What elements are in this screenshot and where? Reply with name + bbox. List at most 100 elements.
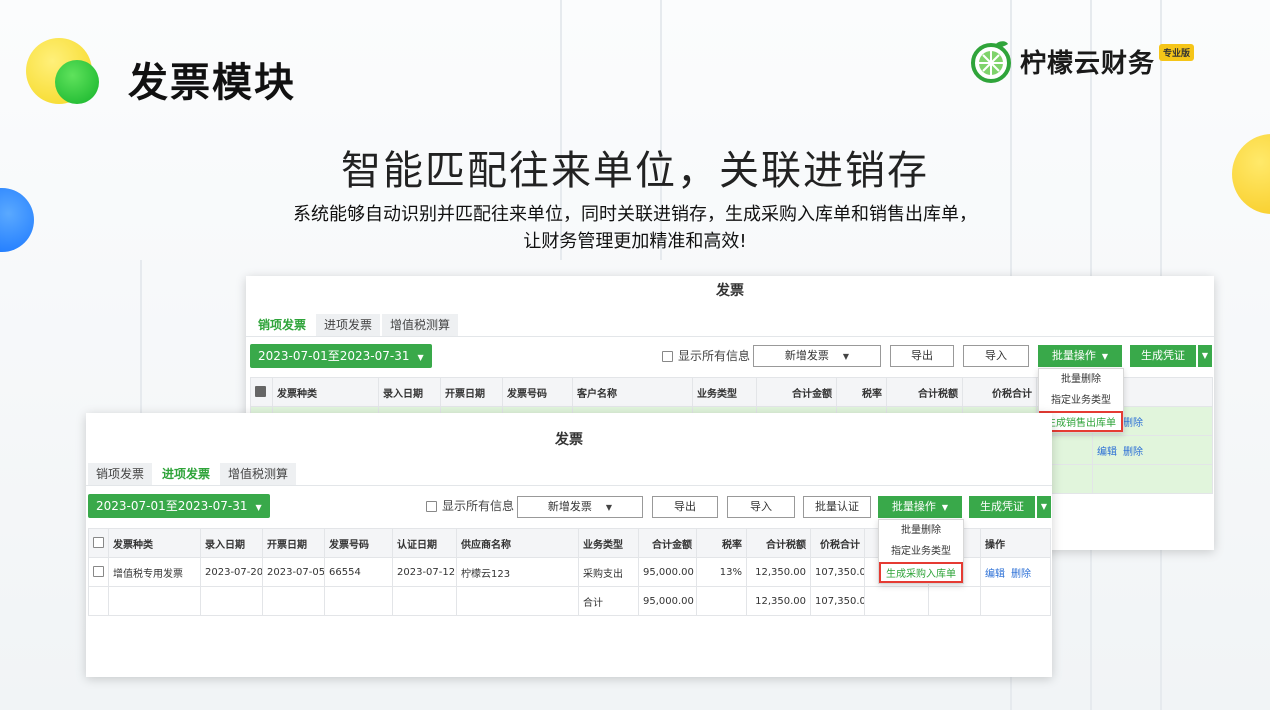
cell-kind: 增值税专用发票: [108, 557, 201, 587]
column-header: 税率: [836, 377, 887, 407]
cell-issue-date: 2023-07-05: [262, 557, 325, 587]
column-header: 客户名称: [572, 377, 693, 407]
column-header: 合计金额: [756, 377, 837, 407]
caret-down-icon: ▼: [941, 503, 949, 512]
subheadline-line-1: 系统能够自动识别并匹配往来单位，同时关联进销存，生成采购入库单和销售出库单，: [293, 204, 977, 225]
new-invoice-label: 新增发票: [547, 500, 592, 513]
export-button[interactable]: 导出: [890, 345, 954, 367]
row-checkbox[interactable]: [93, 566, 104, 578]
column-header: 合计金额: [638, 528, 697, 558]
cell-number: 66554: [324, 557, 393, 587]
column-header: 价税合计: [810, 528, 865, 558]
tab-sales-invoice[interactable]: 销项发票: [88, 463, 153, 485]
delete-link[interactable]: 删除: [1123, 447, 1143, 458]
batch-ops-label: 批量操作: [1051, 349, 1096, 362]
caret-down-icon: ▼: [417, 353, 424, 362]
column-header: 发票种类: [108, 528, 201, 558]
caret-down-icon: ▼: [255, 503, 262, 512]
column-header: 操作: [980, 528, 1051, 558]
menu-item-batch-delete[interactable]: 批量删除: [879, 520, 963, 541]
column-header: 录入日期: [378, 377, 441, 407]
purchase-invoice-window: 发票 销项发票 进项发票 增值税测算 2023-07-01至2023-07-31…: [86, 413, 1052, 677]
decorative-green-circle: [55, 60, 99, 104]
caret-down-icon: ▼: [1101, 352, 1109, 361]
edit-link[interactable]: 编辑: [985, 569, 1005, 580]
cell-cert-date: 2023-07-12: [392, 557, 457, 587]
date-range-picker[interactable]: 2023-07-01至2023-07-31 ▼: [88, 494, 270, 518]
cell-entry-date: 2023-07-20: [200, 557, 263, 587]
cell-tax-rate: 13%: [696, 557, 747, 587]
column-header: 发票号码: [502, 377, 573, 407]
menu-item-assign-biz-type[interactable]: 指定业务类型: [879, 541, 963, 562]
cell-total: 107,350.00: [810, 557, 865, 587]
tab-sales-invoice[interactable]: 销项发票: [250, 314, 315, 336]
subheadline-line-2: 让财务管理更加精准和高效!: [523, 231, 747, 252]
cell-sum-tax: 12,350.00: [746, 586, 811, 616]
tab-purchase-invoice[interactable]: 进项发票: [316, 314, 381, 336]
checkbox[interactable]: [426, 501, 437, 512]
show-all-label: 显示所有信息: [442, 499, 515, 513]
new-invoice-label: 新增发票: [784, 349, 829, 362]
cell-biz-type: 采购支出: [578, 557, 639, 587]
cell-sum-label: 合计: [578, 586, 639, 616]
new-invoice-button[interactable]: 新增发票 ▼: [753, 345, 881, 367]
column-header: 业务类型: [578, 528, 639, 558]
column-header: 开票日期: [262, 528, 325, 558]
cell-sum-amount: 95,000.00: [638, 586, 697, 616]
table-sum-row: 合计 95,000.00 12,350.00 107,350.00: [88, 586, 1051, 616]
batch-ops-button[interactable]: 批量操作 ▼: [1038, 345, 1122, 367]
menu-item-assign-biz-type[interactable]: 指定业务类型: [1039, 390, 1123, 411]
brand-badge: 专业版: [1159, 43, 1195, 61]
delete-link[interactable]: 删除: [1011, 569, 1031, 580]
import-button[interactable]: 导入: [727, 496, 795, 518]
gen-voucher-button[interactable]: 生成凭证: [1130, 345, 1196, 367]
brand: 柠檬云财务 专业版: [968, 38, 1195, 84]
lemon-icon: [968, 38, 1014, 84]
cell-sum-total: 107,350.00: [810, 586, 865, 616]
edit-link[interactable]: 编辑: [1097, 447, 1117, 458]
headline: 智能匹配往来单位，关联进销存: [341, 148, 929, 194]
gen-voucher-caret-icon[interactable]: ▼: [1037, 496, 1051, 518]
window-title: 发票: [555, 432, 583, 448]
tab-vat-calc[interactable]: 增值税测算: [382, 314, 459, 336]
column-header: 合计税额: [886, 377, 963, 407]
column-header: 发票种类: [272, 377, 379, 407]
gen-voucher-button[interactable]: 生成凭证: [969, 496, 1035, 518]
delete-link[interactable]: 删除: [1123, 418, 1143, 429]
select-all-checkbox[interactable]: [255, 386, 266, 398]
column-header: 税率: [696, 528, 747, 558]
import-button[interactable]: 导入: [963, 345, 1029, 367]
column-header: 发票号码: [324, 528, 393, 558]
window-title: 发票: [716, 283, 744, 299]
checkbox[interactable]: [662, 351, 673, 362]
batch-ops-label: 批量操作: [891, 500, 936, 513]
batch-ops-dropdown: 批量删除 指定业务类型 生成采购入库单: [878, 519, 964, 584]
gen-voucher-caret-icon[interactable]: ▼: [1198, 345, 1212, 367]
show-all-toggle[interactable]: 显示所有信息: [662, 345, 750, 367]
batch-certify-button[interactable]: 批量认证: [803, 496, 871, 518]
date-range-label: 2023-07-01至2023-07-31: [96, 499, 248, 513]
tab-purchase-invoice[interactable]: 进项发票: [154, 463, 219, 485]
column-header: 开票日期: [440, 377, 503, 407]
select-all-checkbox[interactable]: [93, 537, 104, 549]
menu-item-batch-delete[interactable]: 批量删除: [1039, 369, 1123, 390]
date-range-label: 2023-07-01至2023-07-31: [258, 349, 410, 363]
show-all-label: 显示所有信息: [678, 349, 751, 363]
column-header: 供应商名称: [456, 528, 579, 558]
menu-item-gen-purchase-inbound[interactable]: 生成采购入库单: [879, 562, 963, 583]
export-button[interactable]: 导出: [652, 496, 718, 518]
batch-ops-button[interactable]: 批量操作 ▼: [878, 496, 962, 518]
cell-supplier: 柠檬云123: [456, 557, 579, 587]
show-all-toggle[interactable]: 显示所有信息: [426, 495, 514, 517]
column-header: 认证日期: [392, 528, 457, 558]
new-invoice-button[interactable]: 新增发票 ▼: [517, 496, 643, 518]
column-header: 业务类型: [692, 377, 757, 407]
date-range-picker[interactable]: 2023-07-01至2023-07-31 ▼: [250, 344, 432, 368]
page-title: 发票模块: [128, 60, 296, 106]
brand-name: 柠檬云财务: [1020, 48, 1156, 79]
caret-down-icon: ▼: [842, 352, 850, 361]
column-header: 价税合计: [962, 377, 1037, 407]
column-header: 录入日期: [200, 528, 263, 558]
cell-amount: 95,000.00: [638, 557, 697, 587]
tab-vat-calc[interactable]: 增值税测算: [220, 463, 297, 485]
